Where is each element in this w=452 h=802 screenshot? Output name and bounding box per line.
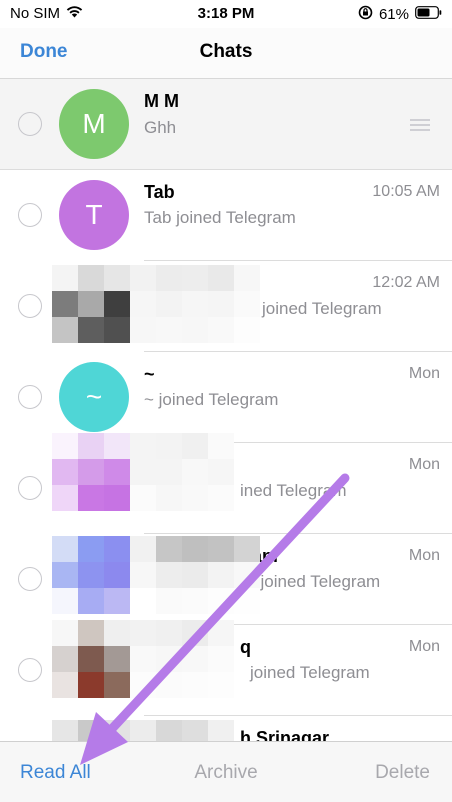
pixelated-redaction bbox=[52, 265, 260, 343]
page-title: Chats bbox=[199, 41, 253, 62]
chats-edit-screen: No SIM 3:18 PM 61% Done Chats M M M Ghh … bbox=[0, 0, 452, 802]
chat-preview: i joined Telegram bbox=[252, 572, 381, 591]
chat-time: Mon bbox=[408, 365, 440, 382]
chat-time: Mon bbox=[408, 547, 440, 564]
avatar-initial: T bbox=[85, 199, 103, 230]
selection-radio[interactable] bbox=[18, 385, 42, 409]
avatar: T bbox=[59, 180, 129, 250]
selection-radio[interactable] bbox=[18, 203, 42, 227]
chat-row[interactable]: ani i joined Telegram Mon bbox=[0, 534, 452, 625]
chat-time: 10:05 AM bbox=[372, 183, 440, 200]
chat-row[interactable]: T Tab Tab joined Telegram 10:05 AM bbox=[0, 170, 452, 261]
chat-preview: Ghh bbox=[144, 118, 177, 137]
chat-list: M M M Ghh T Tab Tab joined Telegram 10:0… bbox=[0, 79, 452, 742]
chat-time: Mon bbox=[408, 456, 440, 473]
status-right: 61% bbox=[358, 5, 442, 24]
chat-row[interactable]: ined Telegram Mon bbox=[0, 433, 452, 534]
avatar: ~ bbox=[59, 362, 129, 432]
chat-row[interactable]: ~ ~ ~ joined Telegram Mon bbox=[0, 352, 452, 443]
avatar-initial: ~ bbox=[85, 381, 103, 412]
selection-radio[interactable] bbox=[18, 112, 42, 136]
chat-name: Tab bbox=[144, 182, 175, 202]
reorder-handle-icon[interactable] bbox=[410, 119, 430, 134]
avatar: M bbox=[59, 89, 129, 159]
bottom-toolbar: Read All Archive Delete bbox=[0, 741, 452, 802]
pixelated-redaction bbox=[52, 620, 234, 698]
chat-name: M M bbox=[144, 91, 179, 111]
delete-button[interactable]: Delete bbox=[375, 762, 430, 784]
selection-radio[interactable] bbox=[18, 658, 42, 682]
chat-time: 12:02 AM bbox=[372, 274, 440, 291]
selection-radio[interactable] bbox=[18, 294, 42, 318]
chat-preview: ~ joined Telegram bbox=[144, 390, 279, 409]
chat-row[interactable]: h Srinagar bbox=[0, 716, 452, 742]
chat-row[interactable]: q joined Telegram Mon bbox=[0, 620, 452, 716]
pixelated-redaction bbox=[52, 433, 234, 511]
chat-name: q bbox=[240, 637, 251, 657]
status-bar: No SIM 3:18 PM 61% bbox=[0, 0, 452, 28]
chat-row[interactable]: M M M Ghh bbox=[0, 79, 452, 170]
pixelated-redaction bbox=[52, 720, 234, 742]
battery-percent: 61% bbox=[378, 6, 409, 23]
chat-preview: joined Telegram bbox=[250, 663, 370, 682]
chat-name: ~ bbox=[144, 364, 155, 384]
navigation-bar: Done Chats bbox=[0, 28, 452, 79]
selection-radio[interactable] bbox=[18, 567, 42, 591]
avatar-initial: M bbox=[82, 108, 106, 139]
selection-radio[interactable] bbox=[18, 476, 42, 500]
pixelated-redaction bbox=[52, 536, 260, 614]
orientation-lock-icon bbox=[358, 5, 373, 24]
chat-preview: ined Telegram bbox=[240, 481, 347, 500]
chat-preview: joined Telegram bbox=[262, 299, 382, 318]
chat-row[interactable]: t joined Telegram 12:02 AM bbox=[0, 261, 452, 352]
chat-preview: Tab joined Telegram bbox=[144, 208, 296, 227]
battery-icon bbox=[415, 6, 442, 23]
chat-time: Mon bbox=[408, 638, 440, 655]
chat-name: h Srinagar bbox=[240, 728, 330, 742]
